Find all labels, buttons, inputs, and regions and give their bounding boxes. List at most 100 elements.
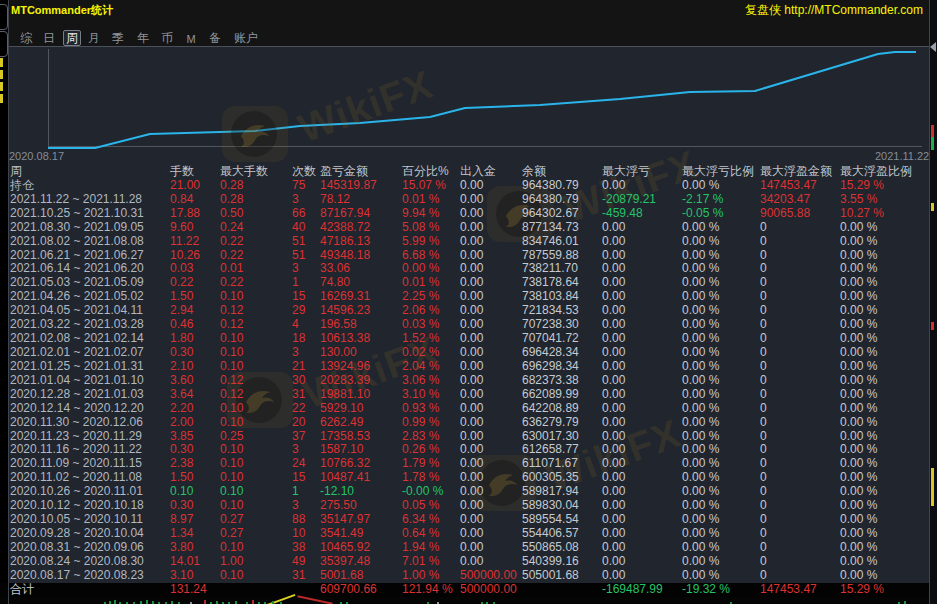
- table-row[interactable]: 2021.08.30 ~ 2021.09.059.600.244042388.7…: [0, 221, 937, 235]
- table-row[interactable]: 2021.08.02 ~ 2021.08.0811.220.225147186.…: [0, 235, 937, 249]
- cell: 最大浮亏比例: [682, 165, 754, 179]
- mini-bar: [252, 600, 254, 604]
- cell: 0: [760, 304, 767, 318]
- cell: 3541.49: [320, 527, 363, 541]
- cell: 0.00: [460, 443, 483, 457]
- cell: 6262.49: [320, 416, 363, 430]
- cell: 0.00: [602, 346, 625, 360]
- cell: 盈亏金额: [320, 165, 368, 179]
- cell: 0.00: [460, 207, 483, 221]
- table-row[interactable]: 2020.12.28 ~ 2021.01.033.640.123119881.1…: [0, 388, 937, 402]
- cell: 0.00: [602, 499, 625, 513]
- table-row[interactable]: 2021.04.26 ~ 2021.05.021.500.101516269.3…: [0, 290, 937, 304]
- cell: 0.00 %: [840, 457, 877, 471]
- cell: 0.00 %: [682, 262, 719, 276]
- cell: 505001.68: [522, 569, 579, 583]
- menu-item-7[interactable]: 币: [161, 31, 173, 45]
- menu-item-2[interactable]: 日: [43, 31, 55, 45]
- cell: -0.00 %: [402, 485, 443, 499]
- table-row[interactable]: 2021.04.05 ~ 2021.04.112.940.122914596.2…: [0, 304, 937, 318]
- table-row[interactable]: 2020.08.24 ~ 2020.08.3014.011.004935397.…: [0, 555, 937, 569]
- menu-item-9[interactable]: 备: [209, 31, 221, 45]
- table-row[interactable]: 2020.11.02 ~ 2020.11.081.500.101510487.4…: [0, 471, 937, 485]
- menu-item-3[interactable]: 周: [63, 30, 81, 46]
- cell: 3: [292, 443, 299, 457]
- cell: 0.00 %: [682, 304, 719, 318]
- cell: 最大浮亏: [602, 165, 650, 179]
- table-row[interactable]: 2020.11.23 ~ 2020.11.293.850.253717358.5…: [0, 430, 937, 444]
- table-row[interactable]: 2021.02.01 ~ 2021.02.070.300.103130.000.…: [0, 346, 937, 360]
- cell: 0.22: [220, 249, 243, 263]
- scroll-marker: [931, 203, 934, 211]
- table-row[interactable]: 2020.11.30 ~ 2020.12.062.000.10206262.49…: [0, 416, 937, 430]
- table-row[interactable]: 2020.12.14 ~ 2020.12.202.200.10225929.10…: [0, 402, 937, 416]
- table-row[interactable]: 2021.10.25 ~ 2021.10.3117.880.506687167.…: [0, 207, 937, 221]
- cell: 0: [760, 555, 767, 569]
- cell: 2020.11.09 ~ 2020.11.15: [10, 457, 142, 471]
- table-row[interactable]: 2020.08.31 ~ 2020.09.063.800.103810465.9…: [0, 541, 937, 555]
- table-row[interactable]: 2021.02.08 ~ 2021.02.141.800.101810613.3…: [0, 332, 937, 346]
- table-row[interactable]: 2020.09.28 ~ 2020.10.041.340.27103541.49…: [0, 527, 937, 541]
- cell: 2020.11.30 ~ 2020.12.06: [10, 416, 143, 430]
- cell: 10766.32: [320, 457, 370, 471]
- cell: 合计: [10, 583, 34, 597]
- cell: 90065.88: [760, 207, 810, 221]
- cell: 百分比%: [402, 165, 449, 179]
- cell: 554406.57: [522, 527, 579, 541]
- cell: 0.00 %: [682, 443, 719, 457]
- cell: 2020.10.12 ~ 2020.10.18: [10, 499, 144, 513]
- table-row[interactable]: 2021.06.14 ~ 2021.06.200.030.01333.060.0…: [0, 262, 937, 276]
- cell: 29: [292, 304, 305, 318]
- cell: 0.10: [220, 499, 243, 513]
- table-row[interactable]: 2021.06.21 ~ 2021.06.2710.260.225149348.…: [0, 249, 937, 263]
- cell: 3.85: [170, 430, 193, 444]
- table-row[interactable]: 2021.11.22 ~ 2021.11.280.840.28378.120.0…: [0, 193, 937, 207]
- cell: 2.10: [170, 360, 193, 374]
- table-row[interactable]: 持仓21.000.2875145319.8715.07 %0.00964380.…: [0, 179, 937, 193]
- table-row[interactable]: 2021.01.04 ~ 2021.01.103.600.123020283.3…: [0, 374, 937, 388]
- table-row[interactable]: 2020.10.12 ~ 2020.10.180.300.103275.500.…: [0, 499, 937, 513]
- cell: 0.00 %: [840, 416, 877, 430]
- menu-item-6[interactable]: 年: [137, 31, 149, 45]
- cell: 0: [760, 471, 767, 485]
- cell: 0: [760, 541, 767, 555]
- table-row[interactable]: 2021.01.25 ~ 2021.01.312.100.102113924.9…: [0, 360, 937, 374]
- cell: 0: [760, 457, 767, 471]
- table-row[interactable]: 2020.11.09 ~ 2020.11.152.380.102410766.3…: [0, 457, 937, 471]
- table-row[interactable]: 2020.10.26 ~ 2020.11.010.100.101-12.10-0…: [0, 485, 937, 499]
- cell: 0.00 %: [682, 402, 719, 416]
- table-row[interactable]: 2021.03.22 ~ 2021.03.280.460.124196.580.…: [0, 318, 937, 332]
- cell: 0.10: [220, 457, 243, 471]
- table-row[interactable]: 2021.05.03 ~ 2021.05.090.220.22174.800.0…: [0, 276, 937, 290]
- cell: 2020.12.28 ~ 2021.01.03: [10, 388, 144, 402]
- cell: 5.99 %: [402, 235, 439, 249]
- table-row[interactable]: 2020.10.05 ~ 2020.10.118.970.278835147.9…: [0, 513, 937, 527]
- menu-item-1[interactable]: 综: [20, 31, 32, 45]
- menu-item-8[interactable]: M: [186, 32, 195, 46]
- cell: 3.60: [170, 374, 193, 388]
- cell: 0.03 %: [402, 318, 439, 332]
- cell: 275.50: [320, 499, 357, 513]
- table-row[interactable]: 2020.08.17 ~ 2020.08.233.100.10315001.68…: [0, 569, 937, 583]
- cell: 51: [292, 249, 305, 263]
- cell: 3: [292, 499, 299, 513]
- table-row[interactable]: 2020.11.16 ~ 2020.11.220.300.1031587.100…: [0, 443, 937, 457]
- cell: 0.00: [602, 221, 625, 235]
- table-total-row[interactable]: 合计131.24609700.66121.94 %500000.00-16948…: [0, 583, 937, 597]
- menu-item-4[interactable]: 月: [88, 31, 100, 45]
- cell: 2020.08.24 ~ 2020.08.30: [10, 555, 144, 569]
- menu-item-5[interactable]: 季: [112, 31, 124, 45]
- cell: 0.00 %: [682, 360, 719, 374]
- cell: 630017.30: [522, 430, 579, 444]
- cell: 130.00: [320, 346, 357, 360]
- cell: 0.00 %: [682, 457, 719, 471]
- cell: 0.00: [602, 471, 625, 485]
- cell: 1.34: [170, 527, 193, 541]
- cell: 2021.04.26 ~ 2021.05.02: [10, 290, 144, 304]
- cell: 696428.34: [522, 346, 579, 360]
- menu-item-10[interactable]: 账户: [234, 31, 258, 45]
- cell: 0.30: [170, 346, 193, 360]
- cell: 0.00 %: [682, 249, 719, 263]
- cell: 0: [760, 499, 767, 513]
- cell: 0.00 %: [682, 388, 719, 402]
